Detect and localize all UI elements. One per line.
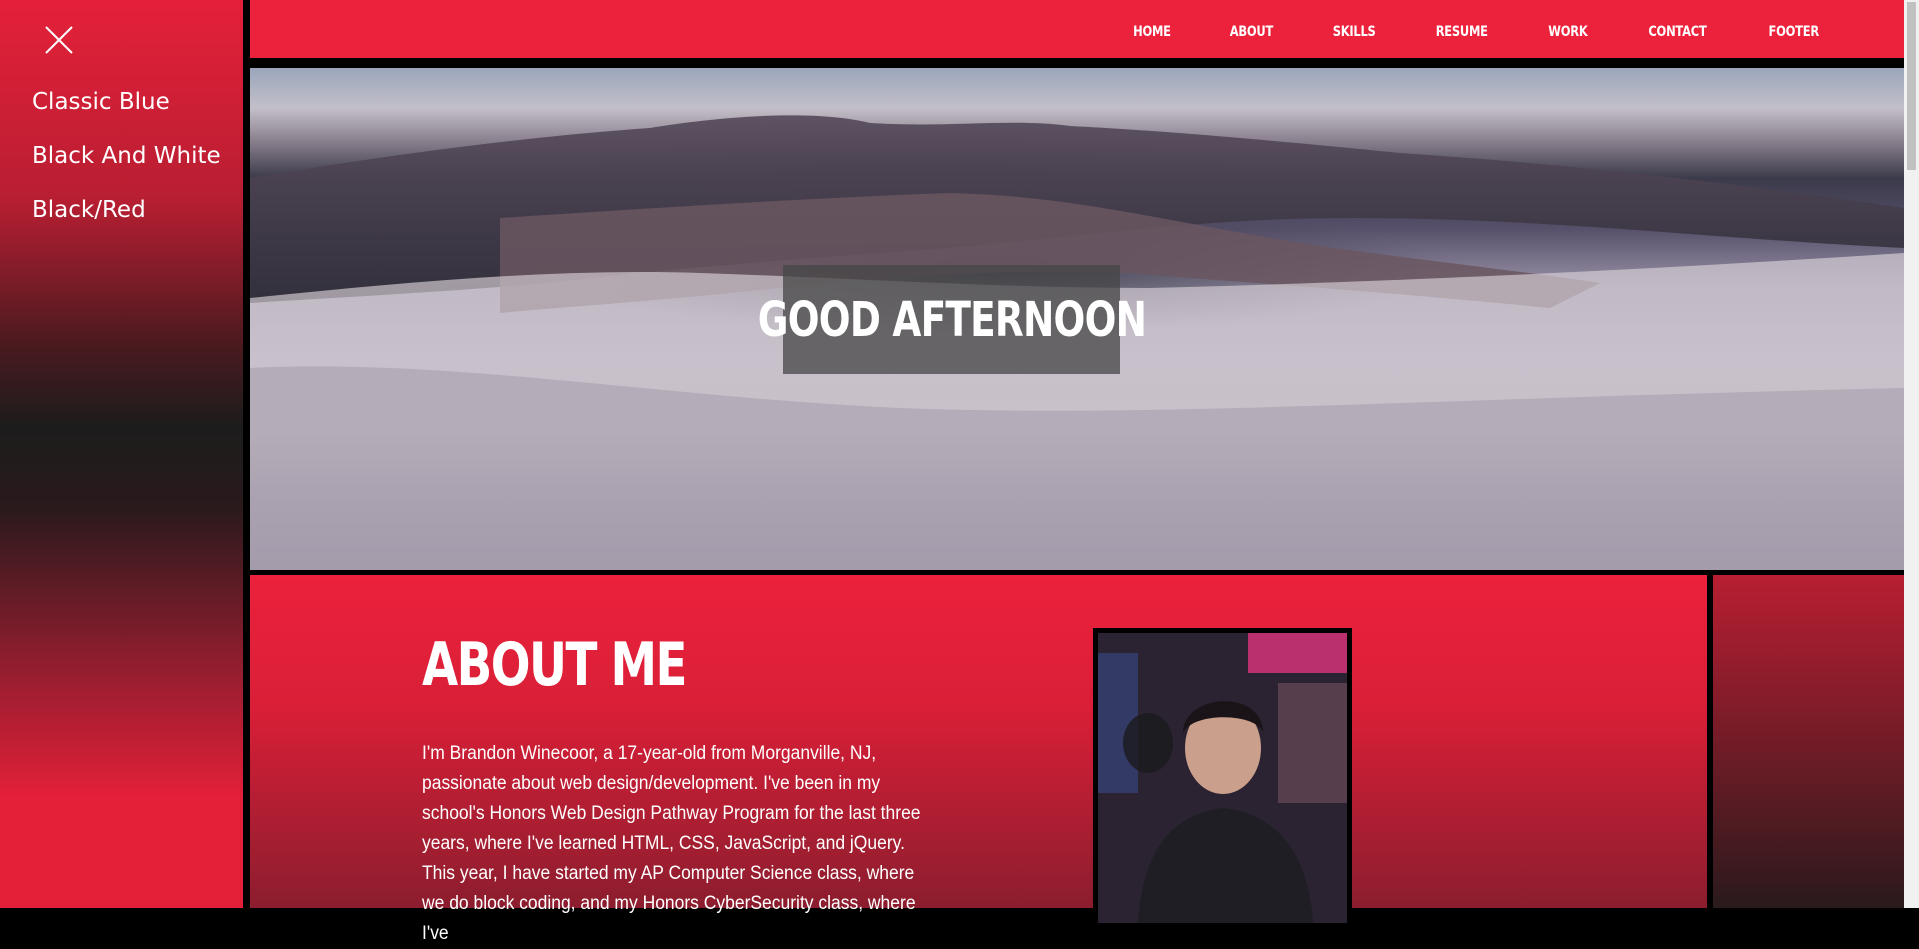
theme-sidebar: Classic Blue Black And White Black/Red xyxy=(0,0,243,908)
right-panel xyxy=(1713,575,1904,908)
hero-banner: GOOD AFTERNOON xyxy=(250,68,1904,570)
nav-resume[interactable]: RESUME xyxy=(1436,24,1488,40)
greeting-heading: GOOD AFTERNOON xyxy=(757,291,1146,348)
nav-skills[interactable]: SKILLS xyxy=(1333,24,1376,40)
nav-work[interactable]: WORK xyxy=(1548,24,1587,40)
nav-contact[interactable]: CONTACT xyxy=(1648,24,1706,40)
nav-home[interactable]: HOME xyxy=(1133,24,1171,40)
theme-black-red[interactable]: Black/Red xyxy=(32,192,221,246)
about-title: ABOUT ME xyxy=(422,630,688,700)
nav-footer[interactable]: FOOTER xyxy=(1768,24,1819,40)
top-navigation: HOME ABOUT SKILLS RESUME WORK CONTACT FO… xyxy=(250,0,1904,63)
greeting-box: GOOD AFTERNOON xyxy=(757,265,1146,374)
page-scrollbar[interactable] xyxy=(1904,0,1919,908)
about-section: ABOUT ME I'm Brandon Winecoor, a 17-year… xyxy=(250,575,1707,944)
scrollbar-thumb[interactable] xyxy=(1907,2,1916,170)
theme-classic-blue[interactable]: Classic Blue xyxy=(32,84,221,138)
profile-photo xyxy=(1093,628,1352,928)
theme-list: Classic Blue Black And White Black/Red xyxy=(32,84,221,246)
about-description: I'm Brandon Winecoor, a 17-year-old from… xyxy=(422,743,921,944)
nav-links: HOME ABOUT SKILLS RESUME WORK CONTACT FO… xyxy=(1079,0,1824,63)
theme-black-and-white[interactable]: Black And White xyxy=(32,138,221,192)
close-icon[interactable] xyxy=(44,25,74,55)
sidebar-divider xyxy=(243,0,250,908)
nav-about[interactable]: ABOUT xyxy=(1230,24,1274,40)
